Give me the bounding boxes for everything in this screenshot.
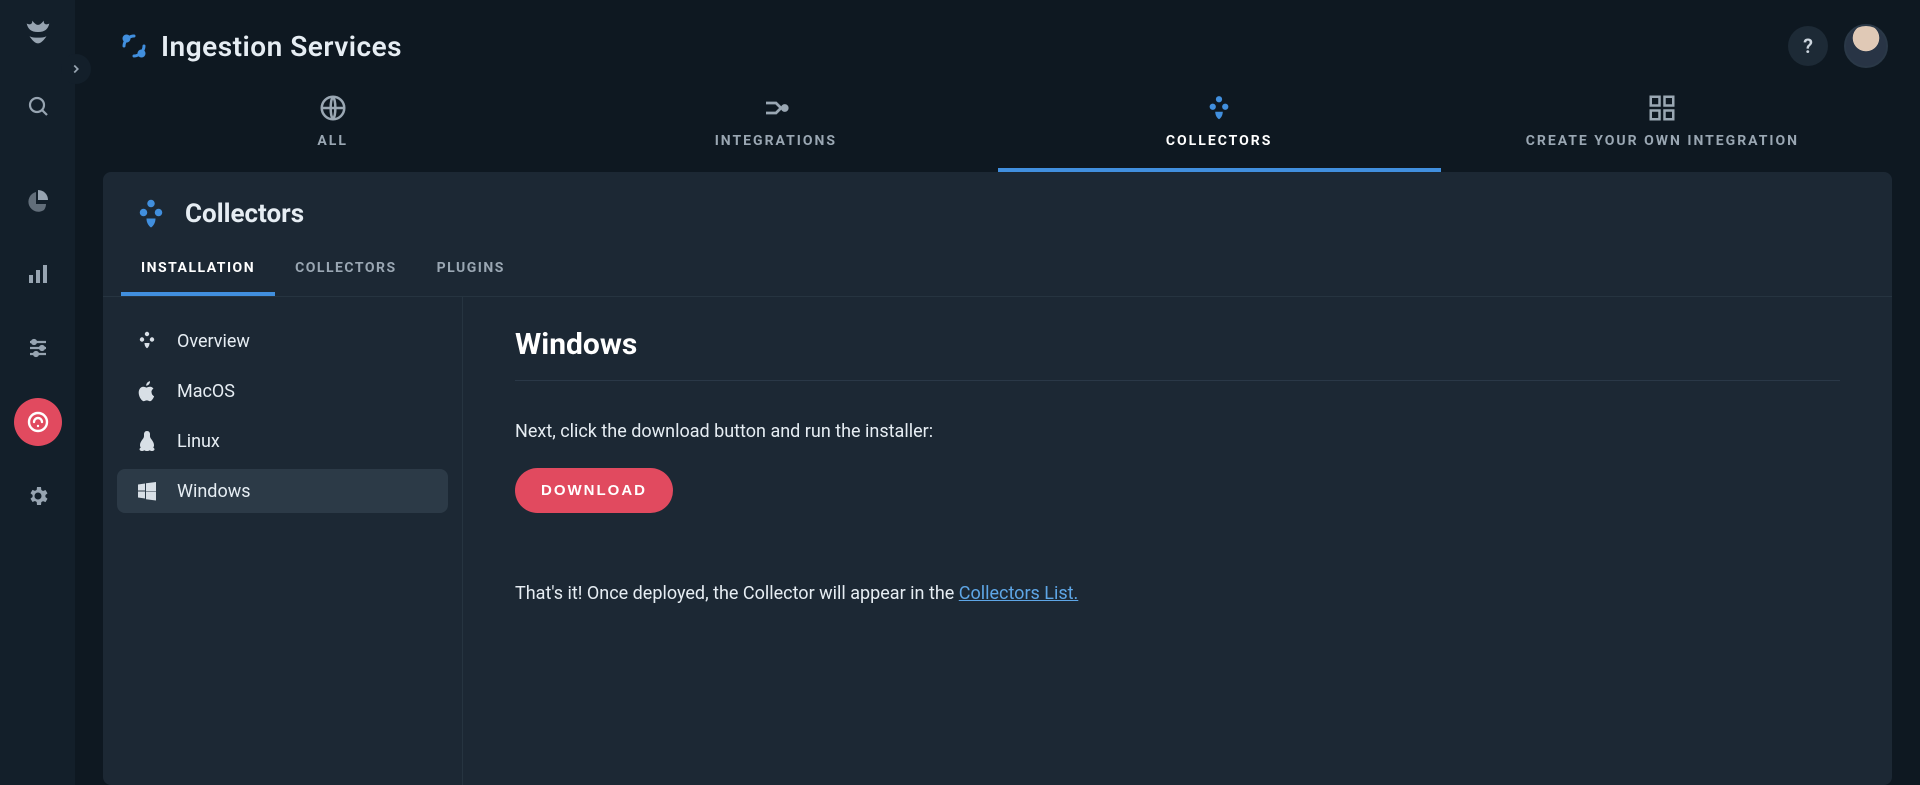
main-area: Ingestion Services ? ALL INTEGRATIONS CO… — [75, 0, 1920, 785]
post-install-prefix: That's it! Once deployed, the Collector … — [515, 583, 959, 604]
tab-create-label: CREATE YOUR OWN INTEGRATION — [1526, 133, 1799, 149]
search-icon[interactable] — [14, 82, 62, 130]
tab-all[interactable]: ALL — [111, 74, 554, 172]
top-nav: ALL INTEGRATIONS COLLECTORS CREATE YOUR … — [75, 74, 1920, 172]
collectors-icon — [133, 196, 169, 232]
side-item-windows[interactable]: Windows — [117, 469, 448, 513]
page-header: Ingestion Services ? — [75, 0, 1920, 74]
side-item-macos[interactable]: MacOS — [117, 369, 448, 413]
content-heading: Windows — [515, 327, 1840, 381]
subtab-installation[interactable]: INSTALLATION — [121, 246, 275, 296]
left-rail — [0, 0, 75, 785]
tab-all-label: ALL — [317, 133, 348, 149]
logo-icon[interactable] — [14, 8, 62, 56]
side-macos-label: MacOS — [177, 381, 235, 402]
install-instruction: Next, click the download button and run … — [515, 421, 1840, 442]
pie-chart-icon[interactable] — [14, 176, 62, 224]
gear-icon[interactable] — [14, 472, 62, 520]
subtab-collectors[interactable]: COLLECTORS — [275, 246, 417, 296]
tab-create-integration[interactable]: CREATE YOUR OWN INTEGRATION — [1441, 74, 1884, 172]
post-install-text: That's it! Once deployed, the Collector … — [515, 583, 1840, 604]
os-side-list: Overview MacOS Linux Windows — [103, 297, 463, 785]
side-linux-label: Linux — [177, 431, 220, 452]
help-button[interactable]: ? — [1788, 26, 1828, 66]
tab-collectors[interactable]: COLLECTORS — [998, 74, 1441, 172]
subtab-plugins[interactable]: PLUGINS — [417, 246, 525, 296]
expand-rail-icon[interactable] — [61, 54, 91, 84]
windows-icon — [135, 479, 159, 503]
card-title: Collectors — [185, 199, 304, 229]
side-item-linux[interactable]: Linux — [117, 419, 448, 463]
side-overview-label: Overview — [177, 331, 250, 352]
side-item-overview[interactable]: Overview — [117, 319, 448, 363]
sub-tabs: INSTALLATION COLLECTORS PLUGINS — [103, 246, 1892, 297]
side-windows-label: Windows — [177, 481, 251, 502]
ingestion-nav-icon[interactable] — [14, 398, 62, 446]
page-title: Ingestion Services — [161, 30, 1788, 63]
bar-chart-icon[interactable] — [14, 250, 62, 298]
download-button[interactable]: DOWNLOAD — [515, 468, 673, 513]
linux-icon — [135, 429, 159, 453]
install-content: Windows Next, click the download button … — [463, 297, 1892, 785]
collectors-list-link[interactable]: Collectors List. — [959, 583, 1079, 604]
user-avatar[interactable] — [1844, 24, 1888, 68]
apple-icon — [135, 379, 159, 403]
tab-integrations-label: INTEGRATIONS — [715, 133, 837, 149]
tab-collectors-label: COLLECTORS — [1166, 133, 1273, 149]
sliders-icon[interactable] — [14, 324, 62, 372]
ingestion-icon — [119, 31, 149, 61]
tab-integrations[interactable]: INTEGRATIONS — [554, 74, 997, 172]
collectors-card: Collectors INSTALLATION COLLECTORS PLUGI… — [103, 172, 1892, 785]
